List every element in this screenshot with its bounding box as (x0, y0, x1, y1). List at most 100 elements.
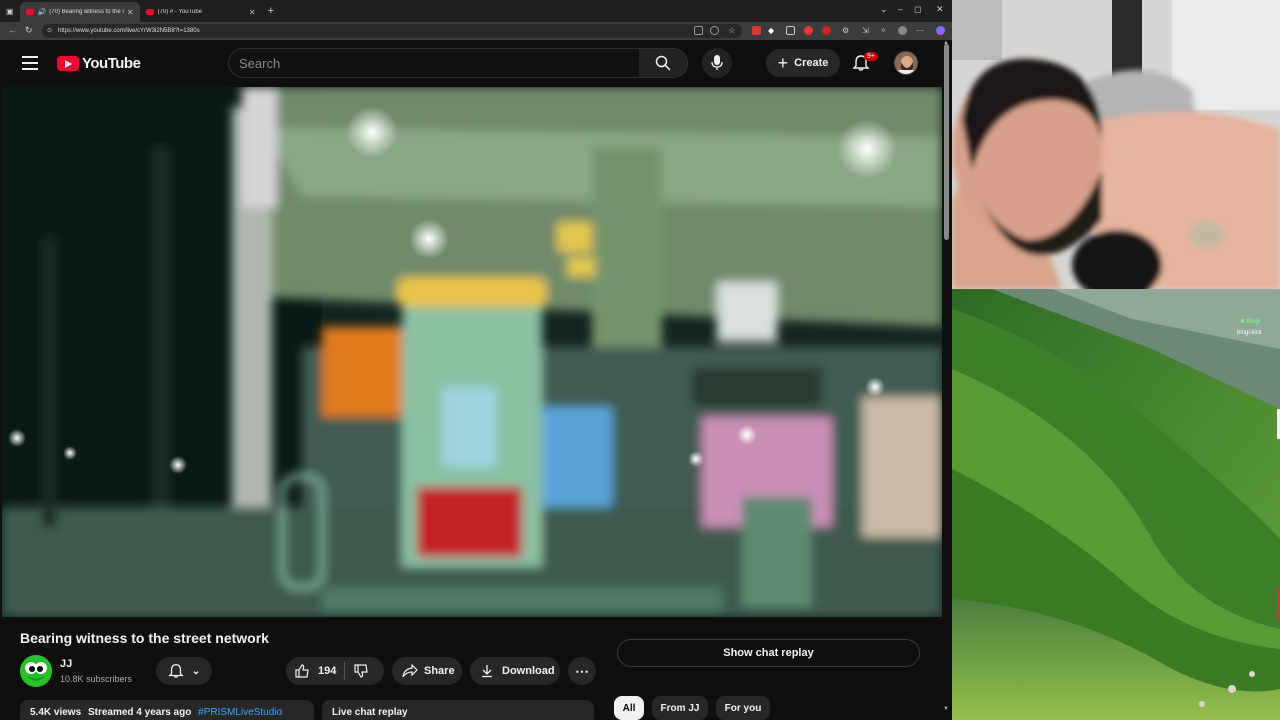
chip-label: For you (724, 702, 762, 714)
youtube-logo[interactable]: YouTube (57, 55, 141, 72)
speaker-icon[interactable]: 🔊 (38, 8, 47, 16)
more-dots-icon: ⋯ (575, 662, 589, 679)
youtube-play-icon (57, 56, 79, 71)
chip-label: From JJ (660, 702, 700, 714)
close-tab-icon[interactable]: ✕ (249, 8, 256, 17)
divider (344, 662, 346, 680)
logo-text: YouTube (82, 55, 141, 72)
channel-avatar[interactable] (20, 655, 52, 687)
close-tab-icon[interactable]: ✕ (127, 8, 134, 17)
zoom-icon[interactable] (710, 26, 719, 35)
download-label: Download (502, 665, 555, 677)
chevron-down-icon: ⌄ (191, 665, 201, 677)
stream-date: Streamed 4 years ago (87, 707, 192, 718)
microphone-icon (711, 55, 723, 70)
install-icon[interactable] (694, 26, 703, 35)
stream-username: bingi.kick (1237, 330, 1262, 336)
voice-search-button[interactable] (702, 48, 732, 78)
video-title: Bearing witness to the street network (20, 630, 269, 646)
chat-replay-label: Show chat replay (723, 647, 814, 659)
subscriber-count: 10.8K subscribers (60, 674, 133, 684)
bell-icon (168, 664, 184, 678)
tab-active[interactable]: 🔊 (70) Bearing witness to the st ✕ (19, 2, 140, 22)
tab-title: (70) Bearing witness to the st (49, 9, 124, 15)
chip-for-you[interactable]: For you (716, 696, 770, 720)
thumbs-up-icon (295, 664, 309, 678)
share-button[interactable]: Share (392, 657, 462, 685)
share-icon (402, 664, 418, 678)
live-chat-replay-panel[interactable]: Live chat replay (322, 700, 594, 720)
extension-gear-icon[interactable]: ⚙ (842, 26, 851, 35)
youtube-header: YouTube + Create (0, 40, 942, 86)
download-icon (482, 665, 492, 678)
chip-from-jj[interactable]: From JJ (652, 696, 708, 720)
stream-tag: ✖ Bingi (1240, 319, 1261, 325)
tab-title: (70) # - YouTube (157, 9, 203, 15)
thumbs-down-icon (354, 664, 369, 678)
scroll-up-icon[interactable]: ▲ (943, 40, 949, 46)
hamburger-menu-icon[interactable] (22, 56, 38, 74)
youtube-favicon-icon (25, 9, 34, 15)
chip-label: All (622, 702, 636, 714)
download-button[interactable]: Download (470, 657, 560, 685)
show-chat-replay-button[interactable]: Show chat replay (617, 639, 920, 667)
search-icon (655, 55, 671, 71)
tab-strip: ▣ 🔊 (70) Bearing witness to the st ✕ (70… (0, 0, 952, 22)
tab-overview-icon[interactable]: ▣ (6, 7, 14, 16)
url-text: https://www.youtube.com/live/cYrW3i2N5B8… (58, 28, 200, 34)
search-input[interactable] (239, 54, 639, 72)
tab-inactive[interactable]: (70) # - YouTube ✕ (140, 2, 262, 22)
dislike-button[interactable] (353, 663, 369, 679)
hashtag-link[interactable]: #PRISMLiveStudio (198, 707, 282, 718)
plus-icon: + (777, 53, 789, 73)
new-tab-icon[interactable]: + (268, 5, 274, 17)
chevron-down-icon[interactable]: ⌄ (880, 4, 888, 15)
view-count: 5.4K views (30, 707, 82, 718)
youtube-favicon-icon (145, 9, 154, 15)
copilot-icon[interactable] (936, 26, 945, 35)
profile-icon[interactable] (898, 26, 907, 35)
desktop-wallpaper (952, 289, 1280, 720)
extensions-puzzle-icon[interactable]: ✧ (880, 26, 889, 35)
mountain-landscape-image (952, 289, 1280, 720)
maximize-icon[interactable]: ◻ (914, 4, 921, 15)
like-dislike-group: 194 (286, 657, 384, 685)
extension-monitor-icon[interactable] (786, 26, 795, 35)
live-chat-replay-label: Live chat replay (332, 707, 408, 718)
address-bar-row: ← ↻ ⊙ https://www.youtube.com/live/cYrW3… (0, 22, 952, 40)
back-icon[interactable]: ← (8, 25, 17, 35)
streamer-webcam-image (952, 0, 1280, 289)
webcam-overlay (952, 0, 1280, 289)
create-label: Create (794, 57, 829, 69)
scroll-down-icon[interactable]: ▼ (943, 706, 949, 712)
description-box[interactable]: 5.4K views Streamed 4 years ago #PRISMLi… (20, 700, 314, 720)
extension-red-circle-icon[interactable] (822, 26, 831, 35)
browser-window: ▣ 🔊 (70) Bearing witness to the st ✕ (70… (0, 0, 952, 720)
reload-icon[interactable]: ↻ (25, 25, 33, 36)
create-button[interactable]: + Create (766, 49, 840, 77)
extension-diamond-icon[interactable]: ◆ (768, 26, 777, 35)
extension-red-icon[interactable] (752, 26, 761, 35)
extension-record-icon[interactable] (804, 26, 813, 35)
scrollbar-thumb[interactable] (944, 44, 949, 240)
share-label: Share (424, 665, 455, 677)
chip-all[interactable]: All (614, 696, 644, 720)
channel-name[interactable]: JJ (60, 658, 72, 670)
close-window-icon[interactable]: ✕ (936, 4, 944, 15)
account-avatar[interactable] (894, 51, 918, 75)
bookmark-star-icon[interactable]: ☆ (728, 26, 737, 35)
notification-badge: 9+ (864, 52, 878, 61)
minimize-icon[interactable]: – (898, 4, 903, 14)
like-count: 194 (318, 665, 337, 677)
more-actions-button[interactable]: ⋯ (568, 657, 596, 685)
site-info-icon[interactable]: ⊙ (47, 24, 52, 38)
extension-cast-icon[interactable]: ⇲ (862, 26, 871, 35)
menu-dots-icon[interactable]: ⋯ (916, 26, 925, 35)
subscribed-notification-button[interactable]: ⌄ (156, 657, 212, 685)
search-box (228, 48, 688, 78)
video-player[interactable] (2, 87, 942, 617)
gas-station-video-frame (2, 87, 942, 617)
url-field[interactable]: ⊙ https://www.youtube.com/live/cYrW3i2N5… (42, 24, 742, 38)
like-button[interactable]: 194 (294, 663, 336, 679)
search-button[interactable] (639, 49, 687, 77)
